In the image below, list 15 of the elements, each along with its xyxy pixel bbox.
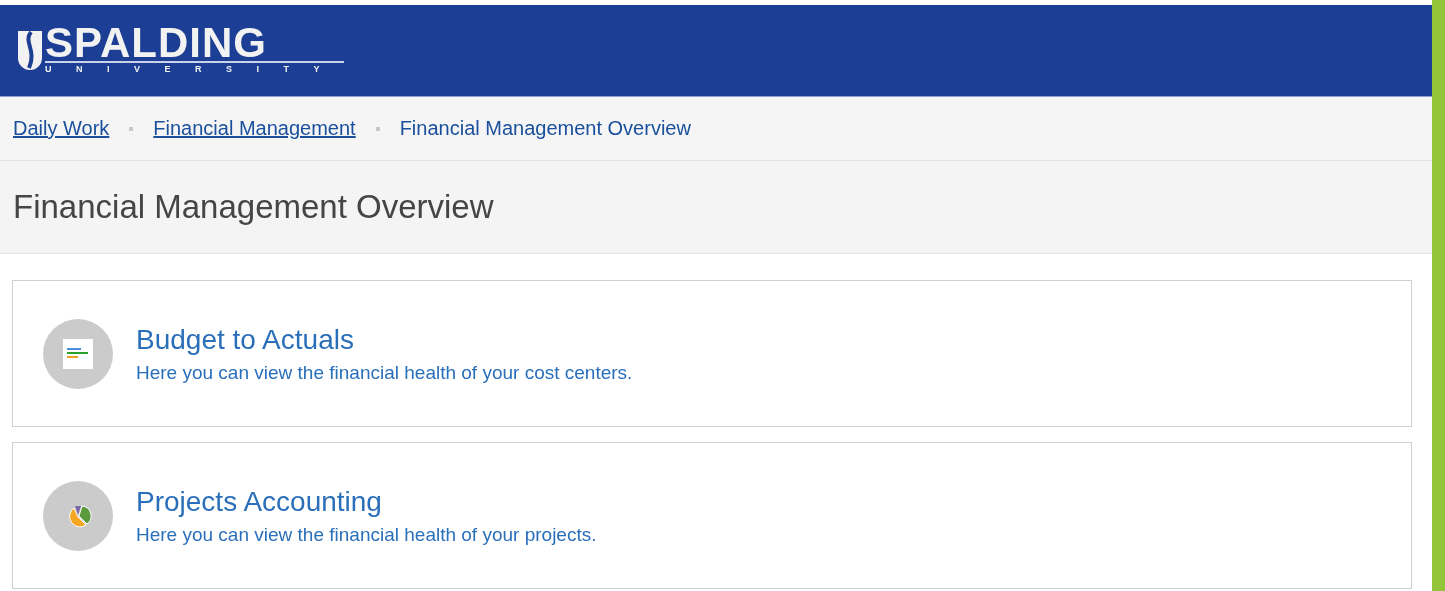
overview-card[interactable]: Projects Accounting Here you can view the financial health of your projects. bbox=[12, 442, 1412, 589]
card-title: Budget to Actuals bbox=[136, 323, 355, 356]
overview-card[interactable]: Budget to Actuals Here you can view the financial health of your cost centers. bbox=[12, 280, 1412, 427]
logo-icon bbox=[17, 28, 43, 73]
card-description: Here you can view the financial health of your projects. bbox=[136, 523, 597, 546]
pie-chart-icon bbox=[43, 480, 113, 551]
card-title: Projects Accounting bbox=[136, 485, 383, 518]
page-title: Financial Management Overview bbox=[13, 188, 494, 226]
breadcrumb-current: Financial Management Overview bbox=[399, 117, 691, 140]
logo-name: SPALDING bbox=[45, 25, 344, 63]
breadcrumb-link[interactable]: Daily Work bbox=[13, 117, 110, 140]
report-icon bbox=[43, 318, 113, 389]
logo-subtitle: UNIVERSITY bbox=[45, 63, 344, 76]
card-description: Here you can view the financial health of your cost centers. bbox=[136, 361, 633, 384]
breadcrumb-link[interactable]: Financial Management bbox=[153, 117, 356, 140]
